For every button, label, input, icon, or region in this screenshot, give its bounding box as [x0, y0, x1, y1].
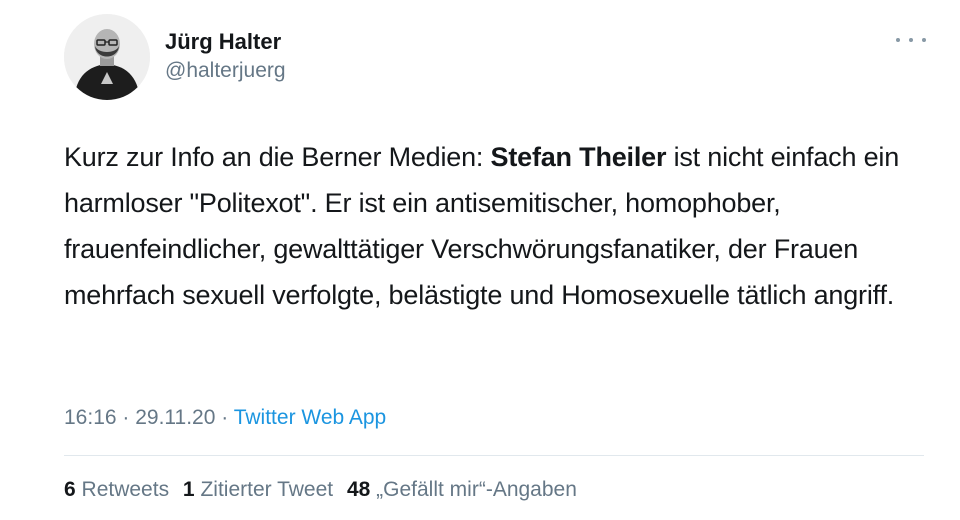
more-horizontal-icon[interactable]: [896, 32, 926, 48]
tweet-stats: 6 Retweets 1 Zitierter Tweet 48 „Gefällt…: [64, 476, 585, 504]
retweets-stat[interactable]: 6 Retweets: [64, 478, 169, 501]
tweet-text-bold-name: Stefan Theiler: [490, 142, 667, 172]
likes-stat[interactable]: 48 „Gefällt mir“-Angaben: [347, 478, 577, 501]
username-handle[interactable]: @halterjuerg: [165, 58, 286, 84]
tweet-time[interactable]: 16:16: [64, 406, 117, 429]
tweet-source-link[interactable]: Twitter Web App: [234, 406, 387, 429]
avatar-image: [64, 14, 150, 100]
author-info: Jürg Halter @halterjuerg: [165, 28, 286, 84]
retweets-label: Retweets: [81, 478, 170, 501]
display-name[interactable]: Jürg Halter: [165, 28, 286, 56]
likes-count: 48: [346, 478, 371, 501]
avatar[interactable]: [64, 14, 150, 100]
dot: [896, 38, 900, 42]
tweet-card: Jürg Halter @halterjuerg Kurz zur Info a…: [0, 0, 960, 520]
likes-label: „Gefällt mir“-Angaben: [376, 478, 577, 501]
quotes-label: Zitierter Tweet: [200, 478, 334, 501]
divider: [64, 455, 924, 456]
quotes-count: 1: [182, 478, 195, 501]
dot: [909, 38, 913, 42]
dot: [922, 38, 926, 42]
quotes-stat[interactable]: 1 Zitierter Tweet: [183, 478, 333, 501]
meta-separator: ·: [116, 406, 136, 429]
meta-separator: ·: [215, 406, 234, 429]
tweet-text-part1: Kurz zur Info an die Berner Medien:: [64, 142, 491, 172]
retweets-count: 6: [64, 478, 76, 501]
tweet-meta: 16:16 · 29.11.20 · Twitter Web App: [64, 404, 386, 432]
tweet-text: Kurz zur Info an die Berner Medien: Stef…: [64, 134, 934, 318]
tweet-date[interactable]: 29.11.20: [135, 406, 215, 429]
